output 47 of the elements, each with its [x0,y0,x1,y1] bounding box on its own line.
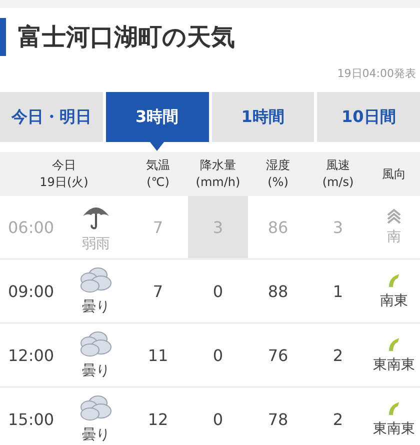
humidity-cell: 78 [268,410,288,428]
time-cell: 09:00 [8,282,54,300]
precipitation-cell-text: 0 [212,408,224,430]
wind-direction: 東南東 [373,420,415,438]
published-time: 19日04:00発表 [337,66,416,80]
wind-arrow-icon [387,272,401,288]
wind-direction: 南 [387,228,401,246]
column-header: 気温 (℃) [145,157,171,191]
cloud-icon [79,266,113,294]
column-header: 風向 [381,166,407,182]
weather-label: 曇り [82,426,110,444]
temperature-cell: 11 [148,346,168,364]
tab[interactable]: 10日間 [317,92,420,142]
humidity-cell: 86 [268,218,288,236]
humidity-cell: 88 [268,282,288,300]
weather-label: 曇り [82,362,110,380]
wind-arrow-icon [387,336,401,352]
column-header: 今日 19日(火) [38,157,90,191]
wind-speed-cell: 1 [332,282,344,300]
wind-arrow-icon [387,400,401,416]
time-cell: 06:00 [8,218,54,236]
cloud-icon [79,330,113,358]
wind-speed-cell: 2 [332,346,344,364]
tab[interactable]: 1時間 [212,92,314,142]
time-cell: 12:00 [8,346,54,364]
weather-label: 曇り [82,298,110,316]
temperature-cell: 7 [152,218,164,236]
chevron-icon [387,208,401,224]
column-header: 湿度 (%) [265,157,291,191]
wind-speed-cell: 3 [332,218,344,236]
weather-label: 弱雨 [82,235,110,253]
cloud-icon [79,394,113,422]
precipitation-cell: 3 [188,196,248,258]
column-header: 降水量 (mm/h) [194,157,242,191]
page-title: 富士河口湖町の天気 [18,22,235,53]
tab[interactable]: 今日・明日 [0,92,103,142]
time-cell: 15:00 [8,410,54,428]
wind-direction: 東南東 [373,356,415,374]
humidity-cell: 76 [268,346,288,364]
temperature-cell: 7 [152,282,164,300]
wind-direction: 南東 [380,292,408,310]
precipitation-cell-text: 0 [212,280,224,302]
temperature-cell: 12 [148,410,168,428]
wind-speed-cell: 2 [332,410,344,428]
precipitation-cell-text: 0 [212,344,224,366]
tab[interactable]: 3時間 [106,92,208,142]
column-header: 風速 (m/s) [321,157,355,191]
